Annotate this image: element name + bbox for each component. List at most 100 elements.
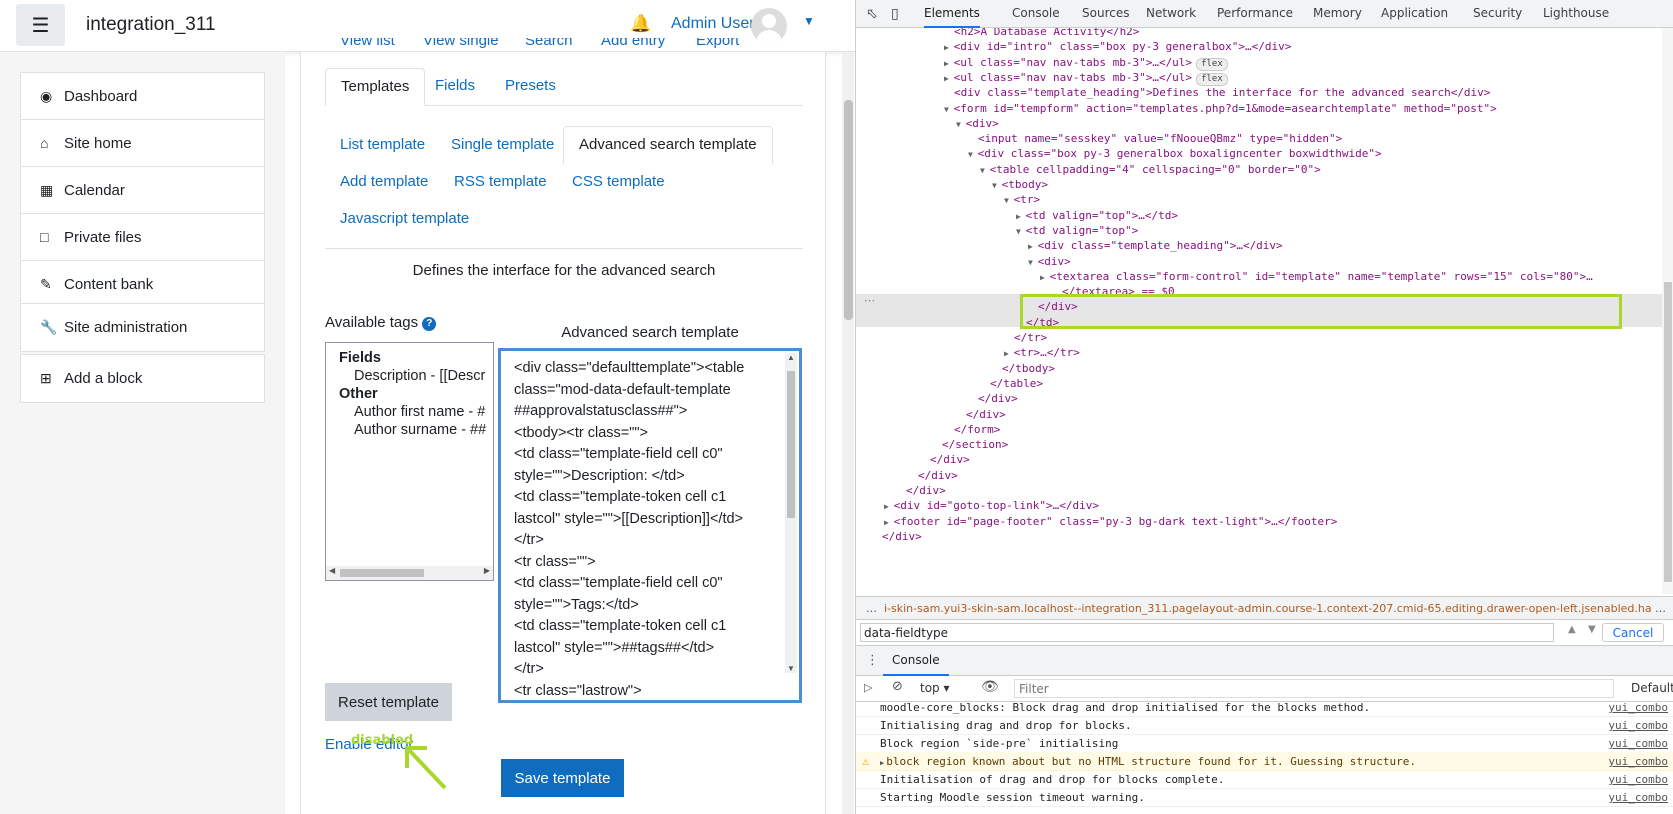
context-select[interactable]: top ▾ [920, 681, 950, 695]
dom-node-line[interactable]: </div> [872, 530, 922, 543]
devtools-tab-network[interactable]: Network [1146, 6, 1196, 20]
devtools-tab-sources[interactable]: Sources [1082, 6, 1129, 20]
devtools-tab-lighthouse[interactable]: Lighthouse [1543, 6, 1609, 20]
dom-node-line[interactable]: ▶ <div class="template_heading">…</div> [1028, 239, 1283, 252]
expand-arrow-icon[interactable]: ▶ [1016, 212, 1026, 221]
search-down-icon[interactable]: ▼ [1588, 624, 1596, 635]
devtools-tab-application[interactable]: Application [1381, 6, 1448, 20]
dom-node-line[interactable]: </div> [896, 484, 946, 497]
dom-search-input[interactable]: data-fieldtype [860, 623, 1554, 642]
user-menu-chevron-down-icon[interactable]: ▼ [803, 14, 815, 28]
console-source-link[interactable]: yui_combo [1608, 773, 1668, 786]
tag-option[interactable]: Author first name - # [339, 403, 493, 421]
collapse-arrow-icon[interactable]: ▼ [968, 150, 978, 159]
breadcrumb-item[interactable]: i-skin-sam.yui3-skin-sam.localhost--inte… [884, 602, 1661, 615]
expand-arrow-icon[interactable]: ▶ [944, 43, 954, 52]
template-textarea[interactable]: <div class="defaulttemplate"><table class… [498, 348, 802, 703]
dom-node-line[interactable]: ▼ <tr> [1004, 193, 1040, 206]
console-source-link[interactable]: yui_combo [1608, 755, 1668, 768]
devtools-tab-elements[interactable]: Elements [924, 0, 980, 28]
dom-node-line[interactable]: ▼ <div> [1028, 255, 1071, 268]
link-view-list[interactable]: View list [340, 38, 395, 49]
console-source-link[interactable]: yui_combo [1608, 719, 1668, 732]
dom-node-line[interactable]: ▶ <div id="intro" class="box py-3 genera… [944, 40, 1291, 53]
dom-node-line[interactable]: </table> [980, 377, 1043, 390]
dom-node-line[interactable]: ▶ <textarea class="form-control" id="tem… [1040, 270, 1593, 283]
dom-node-line[interactable]: ▼ <div> [956, 117, 999, 130]
vertical-scrollbar[interactable]: ▲ ▼ [785, 353, 797, 673]
dom-tree-scrollbar[interactable] [1662, 28, 1673, 594]
expand-arrow-icon[interactable]: ▶ [884, 518, 894, 527]
dom-node-line[interactable]: ▼ <table cellpadding="4" cellspacing="0"… [980, 163, 1321, 176]
dom-node-line[interactable]: ▶ <footer id="page-footer" class="py-3 b… [884, 515, 1337, 528]
dom-node-line[interactable]: ▼ <tbody> [992, 178, 1048, 191]
nav-item-site-home[interactable]: ⌂ Site home [21, 120, 264, 167]
nav-item-private-files[interactable]: □ Private files [21, 214, 264, 261]
drawer-menu-icon[interactable]: ⋮ [866, 653, 879, 668]
console-source-link[interactable]: yui_combo [1608, 791, 1668, 804]
search-cancel-button[interactable]: Cancel [1602, 623, 1664, 642]
console-source-link[interactable]: yui_combo [1608, 737, 1668, 750]
expand-arrow-icon[interactable]: ▶ [944, 59, 954, 68]
expand-arrow-icon[interactable]: ▶ [1004, 349, 1014, 358]
dom-node-line[interactable]: </div> [956, 408, 1006, 421]
dom-node-line[interactable]: <input name="sesskey" value="fNooueQBmz"… [968, 132, 1342, 145]
available-tags-list[interactable]: Fields Description - [[Descr Other Autho… [325, 342, 494, 581]
collapse-arrow-icon[interactable]: ▼ [980, 166, 990, 175]
flex-badge[interactable]: flex [1196, 57, 1228, 71]
dom-node-line[interactable]: ▶ <td valign="top">…</td> [1016, 209, 1178, 222]
expand-arrow-icon[interactable]: ▶ [944, 74, 954, 83]
nav-item-calendar[interactable]: ▦ Calendar [21, 167, 264, 214]
tab-presets[interactable]: Presets [505, 77, 556, 94]
drawer-tab-console[interactable]: Console [883, 646, 949, 676]
link-add-entry[interactable]: Add entry [601, 38, 665, 49]
save-template-button[interactable]: Save template [501, 759, 624, 797]
collapse-arrow-icon[interactable]: ▼ [944, 105, 954, 114]
tab-fields[interactable]: Fields [435, 77, 475, 94]
dom-node-line[interactable]: </form> [944, 423, 1000, 436]
tab-css-template[interactable]: CSS template [572, 173, 665, 190]
tab-add-template[interactable]: Add template [340, 173, 428, 190]
dom-node-line[interactable]: ▼ <form id="tempform" action="templates.… [944, 102, 1497, 115]
tab-templates[interactable]: Templates [325, 68, 426, 106]
dom-node-line[interactable]: </tbody> [992, 362, 1055, 375]
dom-node-line[interactable]: <h2>A Database Activity</h2> [944, 28, 1139, 38]
page-scrollbar-thumb[interactable] [844, 100, 853, 320]
flex-badge[interactable]: flex [1196, 72, 1228, 86]
dom-node-line[interactable]: ▼ <td valign="top"> [1016, 224, 1138, 237]
tab-list-template[interactable]: List template [340, 136, 425, 153]
collapse-arrow-icon[interactable]: ▼ [1004, 196, 1014, 205]
horizontal-scrollbar[interactable]: ◀ ▶ [326, 566, 493, 580]
sidebar-toggle-icon[interactable]: ▷ [864, 681, 872, 694]
inspect-element-icon[interactable]: ⬁ [866, 6, 878, 22]
expand-arrow-icon[interactable]: ▶ [880, 759, 884, 767]
nav-item-dashboard[interactable]: ◉ Dashboard [21, 73, 264, 120]
tab-single-template[interactable]: Single template [451, 136, 554, 153]
add-block-button[interactable]: ⊞ Add a block [21, 355, 264, 402]
user-name[interactable]: Admin User [671, 15, 755, 33]
dom-node-line[interactable]: </section> [932, 438, 1008, 451]
collapse-arrow-icon[interactable]: ▼ [1016, 227, 1026, 236]
help-icon[interactable]: ? [422, 317, 437, 331]
drawer-toggle-button[interactable]: ☰ [16, 4, 65, 46]
tab-javascript-template[interactable]: Javascript template [340, 210, 469, 227]
clear-console-icon[interactable]: ⊘ [892, 679, 903, 694]
collapse-arrow-icon[interactable]: ▼ [1028, 258, 1038, 267]
dom-node-line[interactable]: ▼ <div class="box py-3 generalbox boxali… [968, 147, 1382, 160]
notification-bell-icon[interactable]: 🔔 [630, 14, 651, 34]
tab-rss-template[interactable]: RSS template [454, 173, 547, 190]
expand-arrow-icon[interactable]: ▶ [1028, 242, 1038, 251]
tag-option[interactable]: Description - [[Descr [339, 367, 493, 385]
dom-node-line[interactable]: </div> [908, 469, 958, 482]
devtools-tab-memory[interactable]: Memory [1313, 6, 1362, 20]
link-search[interactable]: Search [525, 38, 573, 49]
devtools-tab-console[interactable]: Console [1012, 6, 1060, 20]
collapse-arrow-icon[interactable]: ▼ [956, 120, 966, 129]
dom-node-line[interactable]: <div class="template_heading">Defines th… [944, 86, 1490, 99]
site-name[interactable]: integration_311 [86, 14, 216, 36]
dom-node-line[interactable]: ▶ <div id="goto-top-link">…</div> [884, 499, 1099, 512]
dom-node-line[interactable]: ▶ <tr>…</tr> [1004, 346, 1080, 359]
log-levels-select[interactable]: Default [1631, 681, 1673, 695]
search-up-icon[interactable]: ▲ [1568, 624, 1576, 635]
devtools-tab-security[interactable]: Security [1473, 6, 1522, 20]
